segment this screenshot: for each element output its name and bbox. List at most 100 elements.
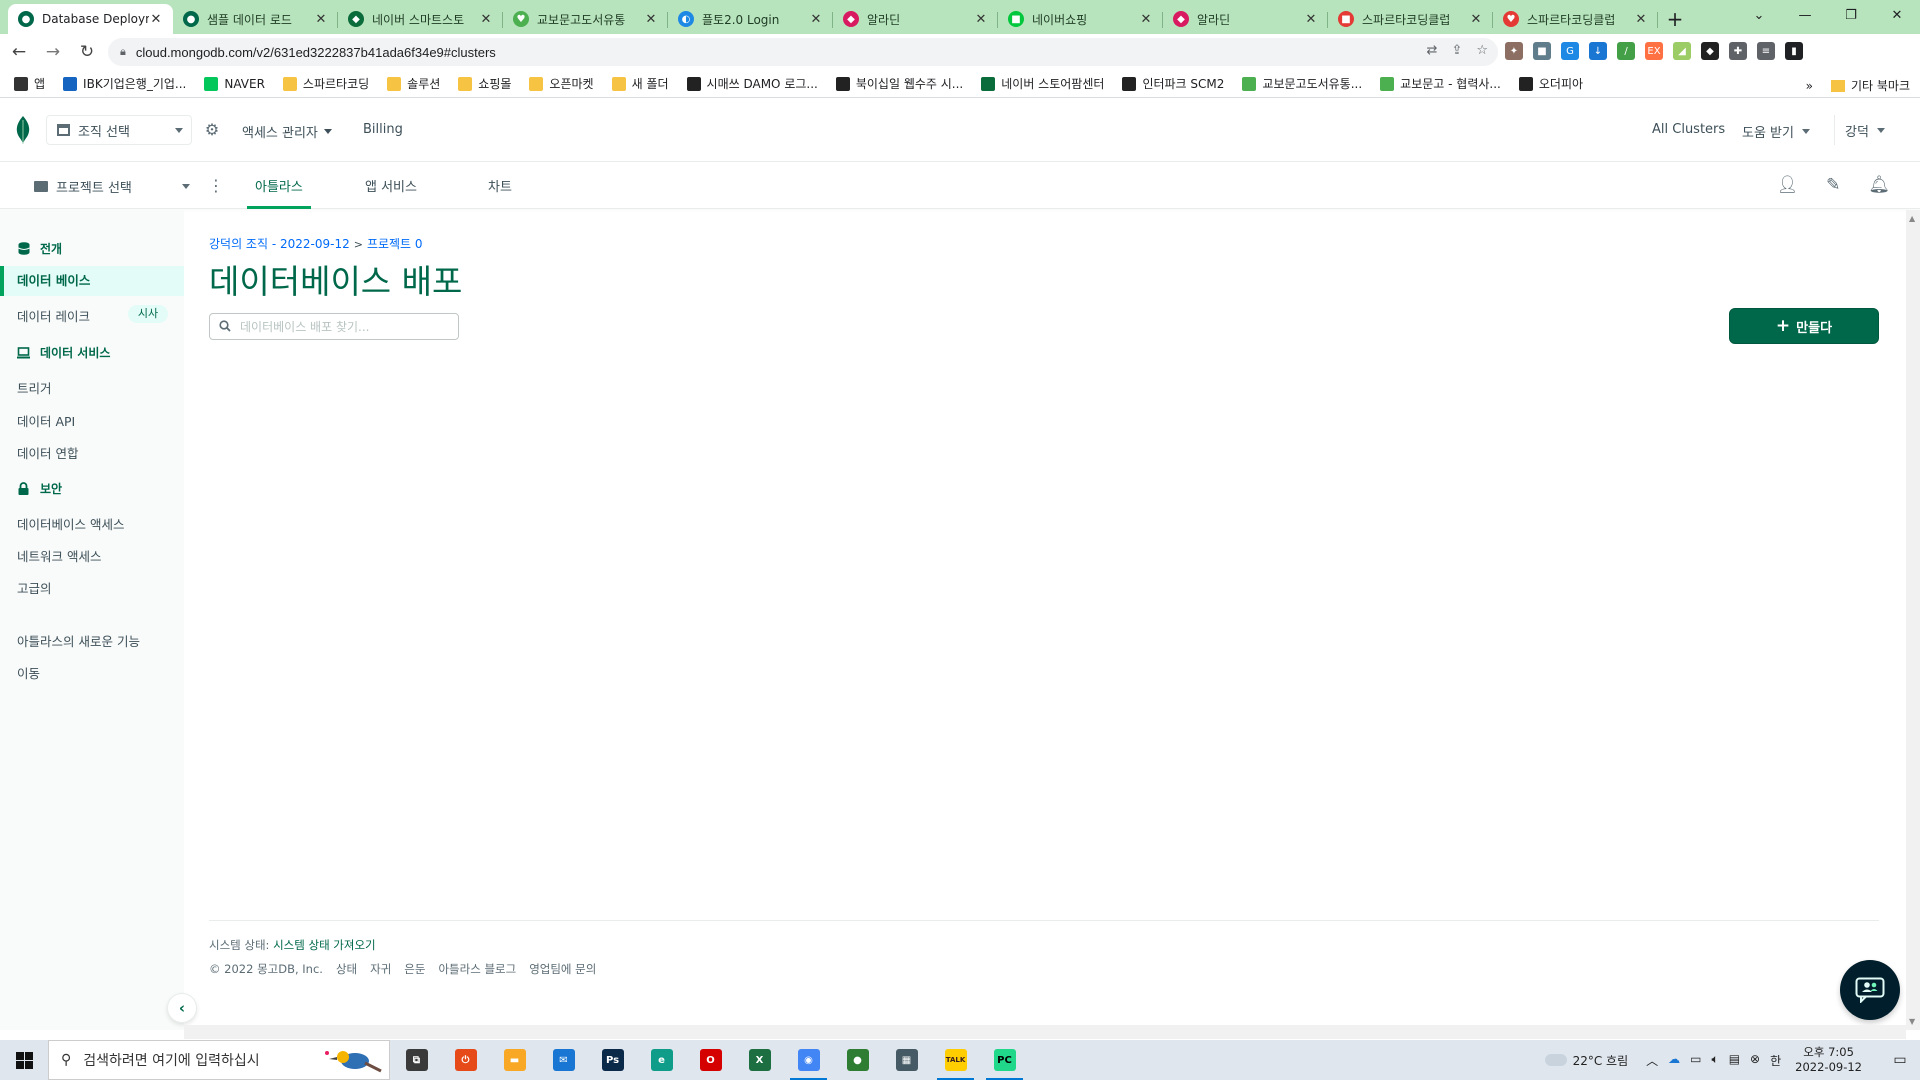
bookmark-item[interactable]: 스파르타코딩 — [282, 75, 369, 92]
bookmark-item[interactable]: 솔루션 — [387, 75, 440, 92]
browser-tab[interactable]: ◆ 알라딘 ✕ — [833, 4, 998, 34]
taskbar-app-file-explorer[interactable]: ▬ — [490, 1040, 539, 1080]
notification-icon[interactable]: ▭ — [1880, 1052, 1920, 1068]
sidebar-item-database-access[interactable]: 데이터베이스 액세스 — [17, 514, 124, 533]
bell-icon[interactable]: 🔔︎ — [1868, 175, 1890, 195]
meet-now-icon[interactable]: ▭ — [1690, 1052, 1701, 1069]
onedrive-icon[interactable]: ☁ — [1668, 1052, 1680, 1069]
help-menu[interactable]: 도움 받기 — [1742, 122, 1810, 141]
taskbar-app-pycharm[interactable]: PC — [980, 1040, 1029, 1080]
bookmark-item[interactable]: 교보문고도서유통... — [1242, 75, 1362, 92]
browser-tab[interactable]: ◆ 네이버 스마트스토 ✕ — [338, 4, 503, 34]
browser-tab[interactable]: ● 샘플 데이터 로드 ✕ — [173, 4, 338, 34]
ime-indicator[interactable]: 한 — [1770, 1052, 1781, 1069]
footer-link[interactable]: 아틀라스 블로그 — [438, 961, 516, 977]
tab-search-icon[interactable]: ⌄ — [1736, 0, 1782, 30]
system-status-link[interactable]: 시스템 상태 가져오기 — [273, 938, 376, 952]
taskbar-app-power-app[interactable]: ⏻ — [441, 1040, 490, 1080]
extension-icon[interactable]: ◢ — [1673, 42, 1691, 60]
tab-project-2[interactable]: 차트 — [488, 176, 512, 209]
tab-close-icon[interactable]: ✕ — [1634, 12, 1648, 27]
sidebar-item-advanced[interactable]: 고급의 — [17, 578, 52, 597]
translate-icon[interactable]: ⇄ — [1427, 43, 1438, 58]
back-icon[interactable]: ← — [4, 37, 34, 67]
sidebar-item-database[interactable]: 데이터 베이스 — [0, 266, 184, 296]
extension-icon[interactable]: ■ — [1533, 42, 1551, 60]
extension-icon[interactable]: EX — [1645, 42, 1663, 60]
taskbar-app-mail[interactable]: ✉ — [539, 1040, 588, 1080]
tab-close-icon[interactable]: ✕ — [644, 12, 658, 27]
tab-close-icon[interactable]: ✕ — [974, 12, 988, 27]
sidebar-item-data-lake[interactable]: 데이터 레이크 — [17, 306, 90, 325]
puzzle-icon[interactable]: ✚ — [1729, 42, 1747, 60]
sidebar-item-goto[interactable]: 이동 — [17, 663, 40, 682]
tab-close-icon[interactable]: ✕ — [1139, 12, 1153, 27]
browser-tab[interactable]: ♥ 교보문고도서유통 ✕ — [503, 4, 668, 34]
minimize-icon[interactable]: — — [1782, 0, 1828, 30]
browser-tab[interactable]: ◆ 알라딘 ✕ — [1163, 4, 1328, 34]
footer-link[interactable]: 영업팀에 문의 — [529, 961, 596, 977]
taskbar-app-excel[interactable]: X — [735, 1040, 784, 1080]
bookmark-star-icon[interactable]: ☆ — [1476, 43, 1488, 58]
taskbar-app-green-app[interactable]: ● — [833, 1040, 882, 1080]
share-icon[interactable]: ⇪ — [1451, 43, 1462, 58]
vertical-scrollbar[interactable]: ▲ ▼ — [1906, 210, 1920, 1030]
tab-close-icon[interactable]: ✕ — [1304, 12, 1318, 27]
sidebar-item-whats-new[interactable]: 아틀라스의 새로운 기능 — [17, 631, 140, 650]
taskbar-app-kakaotalk[interactable]: TALK — [931, 1040, 980, 1080]
extension-icon[interactable]: ◆ — [1701, 42, 1719, 60]
browser-tab[interactable]: ◐ 플토2.0 Login ✕ — [668, 4, 833, 34]
mongodb-leaf-icon[interactable] — [15, 116, 31, 144]
taskbar-app-edge[interactable]: e — [637, 1040, 686, 1080]
taskbar-app-chrome[interactable]: ◉ — [784, 1040, 833, 1080]
sidebar-collapse-button[interactable]: ‹ — [167, 993, 197, 1023]
project-activity-icon[interactable]: ✎ — [1826, 175, 1840, 195]
download-icon[interactable]: ↓ — [1589, 42, 1607, 60]
tab-close-icon[interactable]: ✕ — [1469, 12, 1483, 27]
tab-close-icon[interactable]: ✕ — [479, 12, 493, 27]
weather-widget[interactable]: 22°C 흐림 — [1544, 1052, 1628, 1069]
scroll-down-icon[interactable]: ▼ — [1909, 1017, 1915, 1026]
sidebar-item-data-api[interactable]: 데이터 API — [17, 411, 75, 430]
bookmark-item[interactable]: 시매쓰 DAMO 로그... — [686, 75, 818, 92]
user-menu[interactable]: 강덕 — [1834, 115, 1895, 145]
volume-icon[interactable]: 🔈︎ — [1712, 1052, 1719, 1069]
org-select[interactable]: 조직 선택 — [46, 115, 192, 145]
create-button[interactable]: + 만들다 — [1729, 308, 1879, 344]
tab-close-icon[interactable]: ✕ — [149, 12, 163, 27]
gear-icon[interactable]: ⚙ — [198, 120, 226, 142]
search-input[interactable] — [240, 319, 450, 334]
horizontal-scrollbar[interactable] — [184, 1025, 1906, 1039]
access-manager-menu[interactable]: 액세스 관리자 — [242, 122, 332, 141]
taskbar-app-opera[interactable]: O — [686, 1040, 735, 1080]
tab-project-1[interactable]: 앱 서비스 — [365, 176, 417, 209]
footer-link[interactable]: 상태 — [336, 961, 357, 977]
footer-link[interactable]: 자귀 — [370, 961, 391, 977]
close-window-icon[interactable]: ✕ — [1874, 0, 1920, 30]
bookmark-item[interactable]: 오픈마켓 — [529, 75, 594, 92]
chevron-up-icon[interactable]: ︿ — [1646, 1052, 1658, 1069]
browser-tab[interactable]: ♥ 스파르타코딩클럽 ✕ — [1493, 4, 1658, 34]
windows-start-button[interactable] — [0, 1040, 48, 1080]
breadcrumb-org[interactable]: 강덕의 조직 - 2022-09-12 — [209, 237, 350, 251]
tab-project-0[interactable]: 아틀라스 — [247, 176, 311, 209]
network-icon[interactable]: ▤ — [1729, 1052, 1740, 1069]
forward-icon[interactable]: → — [38, 37, 68, 67]
scroll-up-icon[interactable]: ▲ — [1909, 214, 1915, 223]
invite-user-icon[interactable]: 👤︎ — [1777, 175, 1799, 195]
billing-link[interactable]: Billing — [363, 122, 403, 137]
restore-icon[interactable]: ❐ — [1828, 0, 1874, 30]
deployment-search[interactable] — [209, 313, 459, 340]
sidebar-item-network-access[interactable]: 네트워크 액세스 — [17, 546, 101, 565]
tab-close-icon[interactable]: ✕ — [809, 12, 823, 27]
other-bookmarks[interactable]: 기타 북마크 — [1830, 77, 1910, 94]
taskbar-app-photoshop[interactable]: Ps — [588, 1040, 637, 1080]
bookmark-item[interactable]: 교보문고 - 협력사... — [1380, 75, 1501, 92]
reload-icon[interactable]: ↻ — [72, 37, 102, 67]
bookmark-item[interactable]: NAVER — [204, 76, 265, 91]
tab-close-icon[interactable]: ✕ — [314, 12, 328, 27]
reading-list-icon[interactable]: ≡ — [1757, 42, 1775, 60]
url-text[interactable]: cloud.mongodb.com/v2/631ed3222837b41ada6… — [136, 45, 496, 60]
bookmark-item[interactable]: 오더피아 — [1518, 75, 1583, 92]
sidebar-item-triggers[interactable]: 트리거 — [17, 378, 52, 397]
